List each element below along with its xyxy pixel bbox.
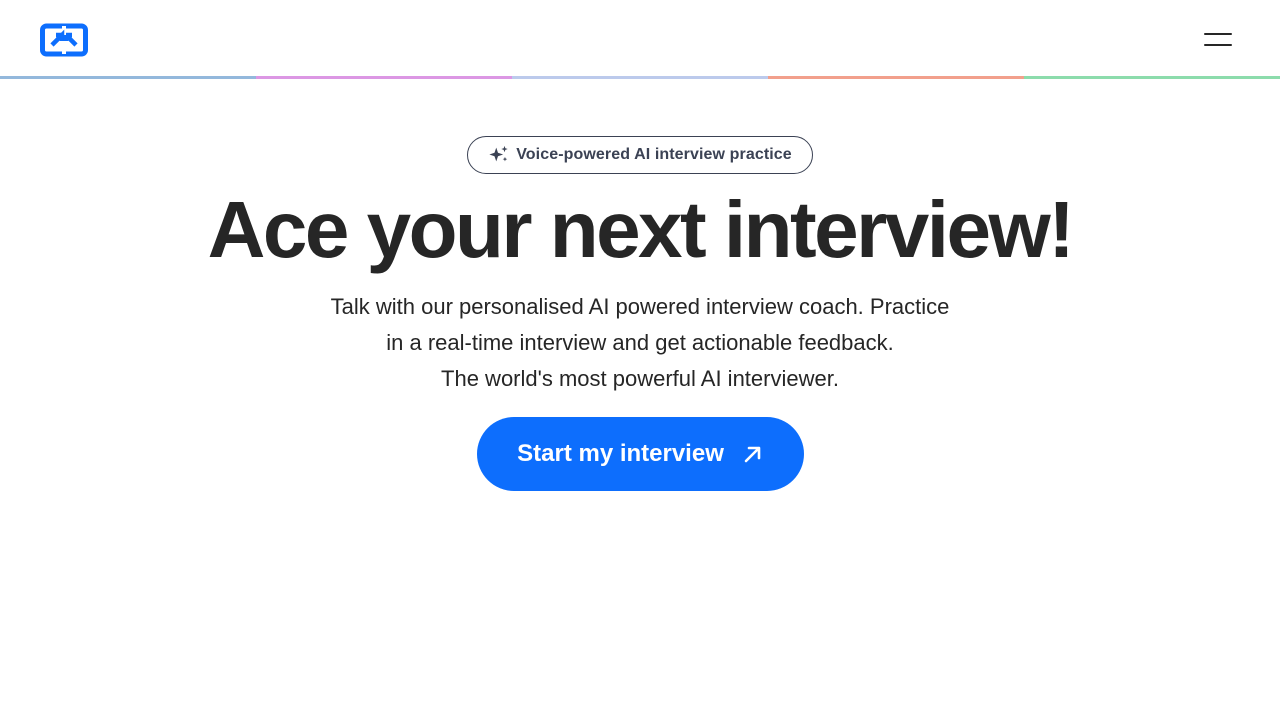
badge-label: Voice-powered AI interview practice <box>516 146 792 163</box>
hero-subtitle: Talk with our personalised AI powered in… <box>240 289 1040 397</box>
stripe-segment <box>512 76 768 79</box>
subtitle-line: The world's most powerful AI interviewer… <box>441 366 839 391</box>
stripe-segment <box>0 76 256 79</box>
subtitle-line: Talk with our personalised AI powered in… <box>330 294 950 319</box>
sparkles-icon <box>489 145 508 162</box>
site-header <box>0 0 1280 80</box>
page-title: Ace your next interview! <box>207 185 1075 274</box>
stripe-segment <box>1024 76 1280 79</box>
stripe-segment <box>768 76 1024 79</box>
start-interview-button[interactable]: Start my interview <box>477 417 804 491</box>
hero-section: Voice-powered AI interview practice Ace … <box>0 0 1280 720</box>
start-interview-label: Start my interview <box>517 440 724 467</box>
hamburger-menu-icon[interactable] <box>1198 26 1238 54</box>
arrow-up-right-icon <box>744 446 761 463</box>
stripe-segment <box>256 76 512 79</box>
app-logo-icon[interactable] <box>40 23 88 57</box>
header-color-stripe <box>0 76 1280 79</box>
subtitle-line: in a real-time interview and get actiona… <box>386 330 894 355</box>
feature-badge: Voice-powered AI interview practice <box>467 136 813 174</box>
